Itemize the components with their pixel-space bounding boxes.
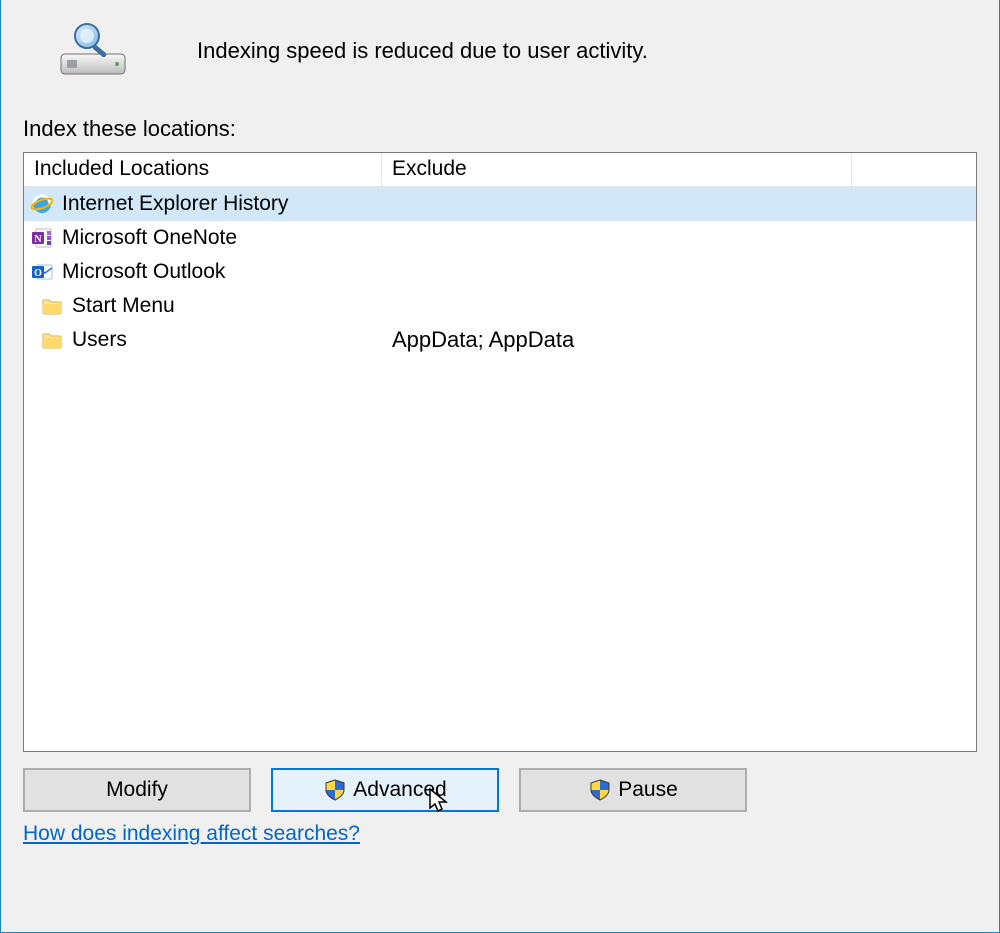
pause-button-label: Pause: [618, 778, 678, 802]
list-item-label: Internet Explorer History: [62, 192, 288, 216]
index-locations-label: Index these locations:: [23, 116, 977, 142]
list-item[interactable]: N Microsoft OneNote: [24, 221, 976, 255]
column-header-exclude[interactable]: Exclude: [382, 153, 852, 187]
list-item[interactable]: O Microsoft Outlook: [24, 255, 976, 289]
list-item-label: Microsoft OneNote: [62, 226, 237, 250]
button-row: Modify Advanced: [23, 768, 977, 812]
cell-included: O Microsoft Outlook: [24, 260, 382, 284]
indexing-options-panel: Indexing speed is reduced due to user ac…: [0, 0, 1000, 933]
pause-button[interactable]: Pause: [519, 768, 747, 812]
modify-button-label: Modify: [106, 778, 168, 802]
advanced-button-label: Advanced: [353, 778, 446, 802]
svg-text:N: N: [34, 234, 42, 245]
list-item[interactable]: Internet Explorer History: [24, 187, 976, 221]
list-headers: Included Locations Exclude: [24, 153, 976, 187]
list-item-label: Users: [72, 328, 127, 352]
advanced-button[interactable]: Advanced: [271, 768, 499, 812]
list-item[interactable]: Start Menu: [24, 289, 976, 323]
shield-icon: [323, 778, 347, 802]
search-drive-icon: [57, 22, 129, 78]
cell-included: Start Menu: [24, 294, 382, 318]
list-item-label: Microsoft Outlook: [62, 260, 225, 284]
folder-icon: [40, 328, 64, 352]
ie-icon: [30, 192, 54, 216]
onenote-icon: N: [30, 226, 54, 250]
status-area: Indexing speed is reduced due to user ac…: [1, 0, 999, 88]
help-link[interactable]: How does indexing affect searches?: [23, 822, 360, 846]
status-text: Indexing speed is reduced due to user ac…: [197, 38, 648, 64]
column-header-included[interactable]: Included Locations: [24, 153, 382, 187]
locations-list[interactable]: Included Locations Exclude Internet Expl…: [23, 152, 977, 752]
shield-icon: [588, 778, 612, 802]
column-header-spacer: [852, 153, 976, 187]
cell-included: Users: [24, 328, 382, 352]
cell-included: Internet Explorer History: [24, 192, 382, 216]
cell-included: N Microsoft OneNote: [24, 226, 382, 250]
modify-button[interactable]: Modify: [23, 768, 251, 812]
outlook-icon: O: [30, 260, 54, 284]
list-item[interactable]: Users AppData; AppData: [24, 323, 976, 357]
list-item-label: Start Menu: [72, 294, 175, 318]
cell-exclude: AppData; AppData: [382, 327, 852, 353]
folder-icon: [40, 294, 64, 318]
svg-text:O: O: [34, 268, 42, 279]
